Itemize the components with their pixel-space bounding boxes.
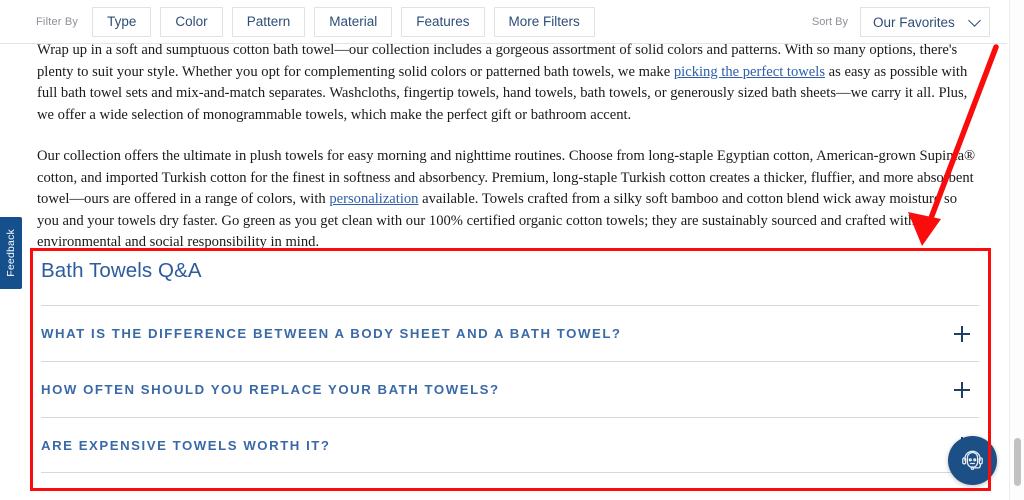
plus-icon[interactable] <box>954 381 970 398</box>
filter-button-material[interactable]: Material <box>314 6 393 37</box>
filter-button-features[interactable]: Features <box>401 6 485 37</box>
scrollbar-thumb[interactable] <box>1014 438 1021 486</box>
filter-button-more-filters[interactable]: More Filters <box>493 6 595 37</box>
filter-button-pattern[interactable]: Pattern <box>231 6 306 37</box>
filter-button-type[interactable]: Type <box>92 6 152 37</box>
vertical-scrollbar[interactable] <box>1009 0 1024 500</box>
sort-by-label: Sort By <box>811 16 848 28</box>
sort-select[interactable]: Our Favorites <box>860 7 990 37</box>
feedback-tab-label: Feedback <box>5 229 17 277</box>
qa-question-label: ARE EXPENSIVE TOWELS WORTH IT? <box>41 437 331 453</box>
filter-bar: Filter By Type Color Pattern Material Fe… <box>0 0 1007 44</box>
plus-icon[interactable] <box>954 325 970 342</box>
category-description: Wrap up in a soft and sumptuous cotton b… <box>37 40 982 274</box>
chevron-down-icon <box>968 14 981 27</box>
qa-accordion-item-3[interactable]: ARE EXPENSIVE TOWELS WORTH IT? <box>41 417 979 473</box>
sort-group: Sort By Our Favorites <box>812 7 990 37</box>
qa-question-label: HOW OFTEN SHOULD YOU REPLACE YOUR BATH T… <box>41 382 500 397</box>
qa-accordion-item-1[interactable]: WHAT IS THE DIFFERENCE BETWEEN A BODY SH… <box>41 305 979 361</box>
filter-by-label: Filter By <box>36 15 79 28</box>
support-chat-button[interactable] <box>948 436 997 485</box>
sort-select-value: Our Favorites <box>873 14 955 30</box>
filter-button-color[interactable]: Color <box>160 6 223 37</box>
filter-group: Filter By Type Color Pattern Material Fe… <box>36 6 604 37</box>
qa-section-title: Bath Towels Q&A <box>41 259 202 282</box>
page-root: Filter By Type Color Pattern Material Fe… <box>0 0 1024 500</box>
link-personalization[interactable]: personalization <box>329 191 418 207</box>
qa-accordion-list: WHAT IS THE DIFFERENCE BETWEEN A BODY SH… <box>31 305 989 473</box>
support-agent-headset-icon <box>962 450 983 470</box>
qa-question-label: WHAT IS THE DIFFERENCE BETWEEN A BODY SH… <box>41 326 622 341</box>
qa-accordion-item-2[interactable]: HOW OFTEN SHOULD YOU REPLACE YOUR BATH T… <box>41 361 979 417</box>
link-picking-the-perfect-towels[interactable]: picking the perfect towels <box>674 64 825 80</box>
description-paragraph-2: Our collection offers the ultimate in pl… <box>37 146 982 254</box>
qa-section: Bath Towels Q&A WHAT IS THE DIFFERENCE B… <box>31 249 989 490</box>
description-paragraph-1: Wrap up in a soft and sumptuous cotton b… <box>37 40 982 126</box>
feedback-tab[interactable]: Feedback <box>0 217 22 289</box>
